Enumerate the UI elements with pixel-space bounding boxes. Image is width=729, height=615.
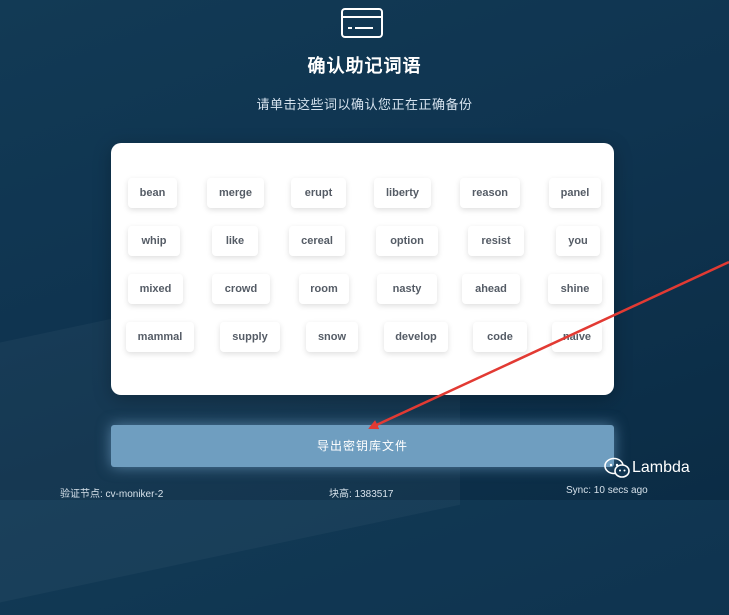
- word-chip[interactable]: liberty: [374, 178, 431, 208]
- word-chip[interactable]: cereal: [289, 226, 345, 256]
- watermark-text: Lambda: [632, 459, 690, 476]
- wechat-icon: [604, 457, 630, 478]
- word-chip[interactable]: naive: [552, 322, 602, 352]
- word-chip[interactable]: bean: [128, 178, 177, 208]
- word-chip[interactable]: reason: [460, 178, 520, 208]
- wallet-card-icon: [341, 8, 383, 38]
- word-chip[interactable]: erupt: [291, 178, 346, 208]
- word-chip[interactable]: like: [212, 226, 258, 256]
- mnemonic-word-card: bean merge erupt liberty reason panel wh…: [111, 143, 614, 395]
- word-chip[interactable]: whip: [128, 226, 180, 256]
- word-chip[interactable]: shine: [548, 274, 602, 304]
- word-chip[interactable]: mammal: [126, 322, 194, 352]
- word-chip[interactable]: resist: [468, 226, 524, 256]
- word-chip[interactable]: code: [473, 322, 527, 352]
- word-chip[interactable]: mixed: [128, 274, 183, 304]
- word-chip[interactable]: supply: [220, 322, 280, 352]
- word-chip[interactable]: ahead: [462, 274, 520, 304]
- export-keystore-button[interactable]: 导出密钥库文件: [111, 425, 614, 467]
- word-chip[interactable]: snow: [306, 322, 358, 352]
- word-chip[interactable]: nasty: [377, 274, 437, 304]
- word-chip[interactable]: panel: [549, 178, 601, 208]
- word-chip[interactable]: crowd: [212, 274, 270, 304]
- word-chip[interactable]: develop: [384, 322, 448, 352]
- block-height-label: 块高: 1383517: [329, 489, 394, 500]
- word-chip[interactable]: you: [556, 226, 600, 256]
- page-title: 确认助记词语: [307, 56, 422, 77]
- sync-status-label: Sync: 10 secs ago: [566, 485, 648, 496]
- word-chip[interactable]: merge: [207, 178, 264, 208]
- validator-node-label: 验证节点: cv-moniker-2: [60, 489, 164, 500]
- word-chip[interactable]: room: [299, 274, 349, 304]
- watermark: Lambda: [604, 457, 690, 481]
- page-subtitle: 请单击这些词以确认您正在正确备份: [256, 98, 473, 113]
- word-chip[interactable]: option: [376, 226, 438, 256]
